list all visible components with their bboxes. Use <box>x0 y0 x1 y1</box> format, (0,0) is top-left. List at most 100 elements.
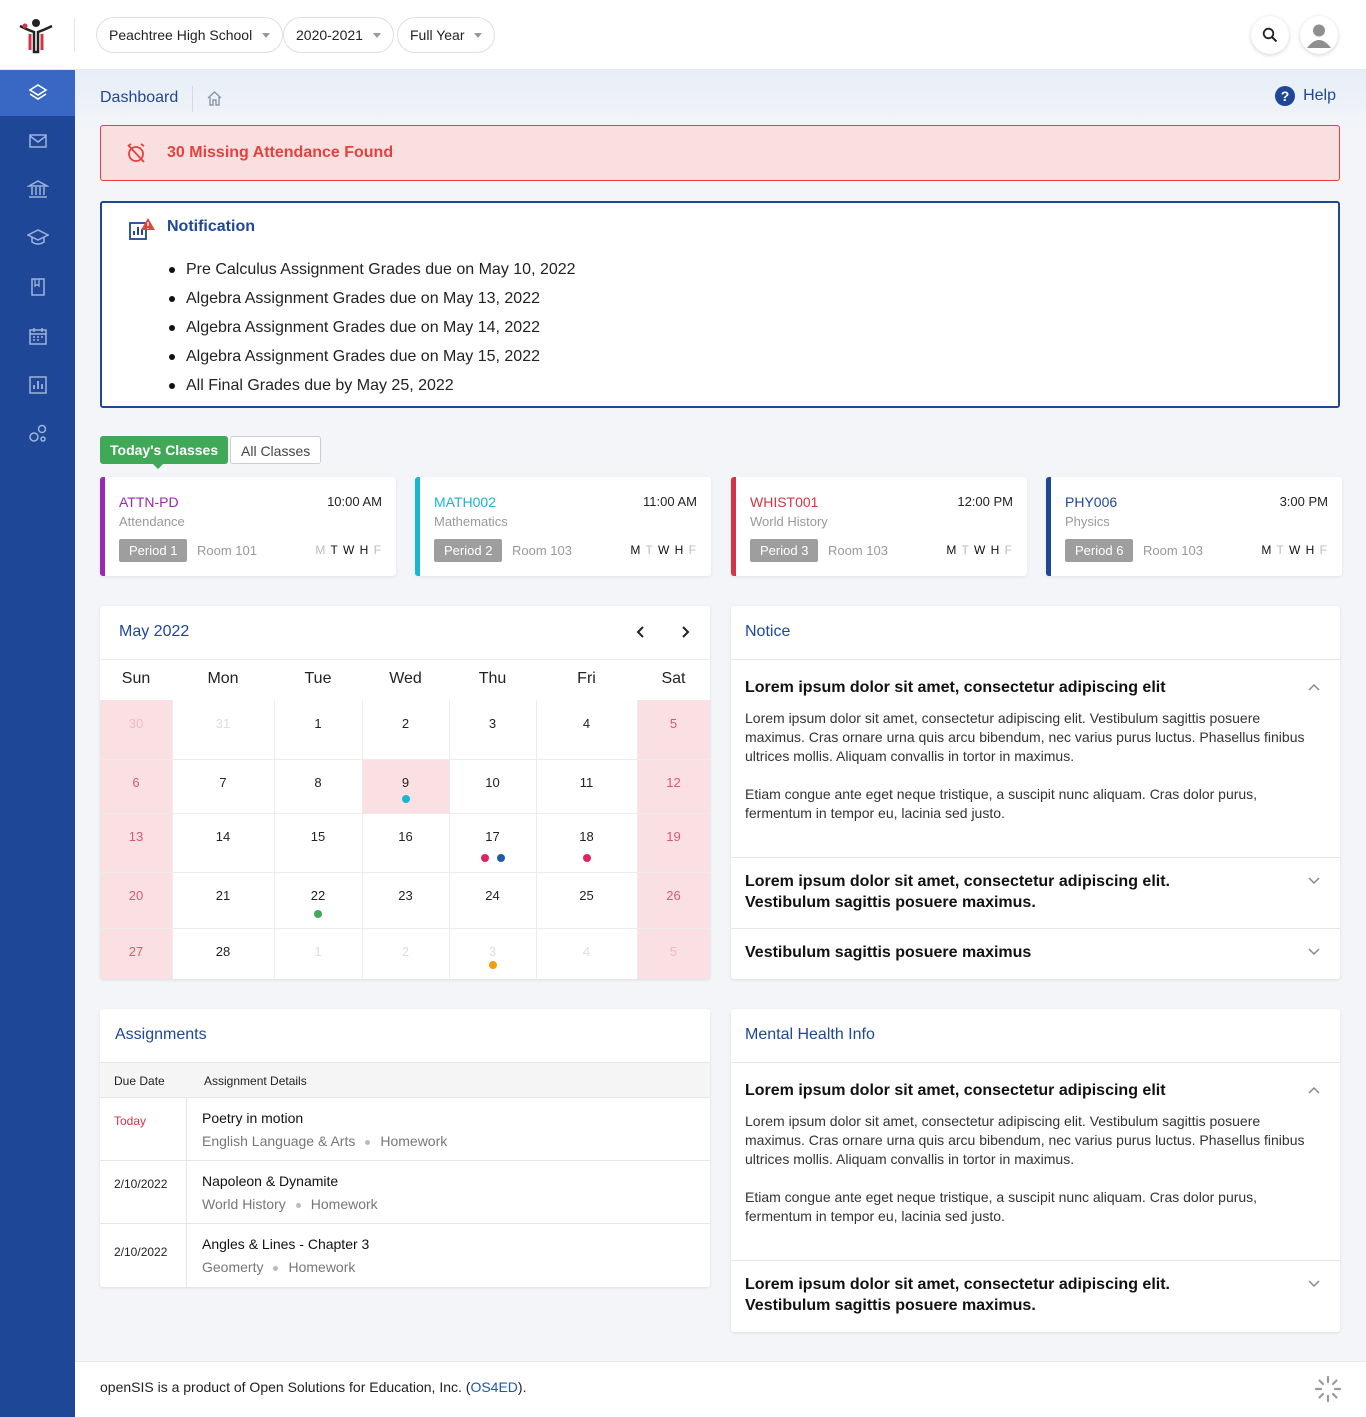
sidebar-item-students[interactable] <box>0 215 75 261</box>
calendar-day[interactable]: 28 <box>172 928 274 979</box>
page-title: Dashboard <box>100 89 179 106</box>
calendar-day[interactable]: 5 <box>637 928 710 979</box>
footer-copy: openSIS is a product of Open Solutions f… <box>100 1379 471 1395</box>
calendar-day[interactable]: 20 <box>100 872 172 928</box>
school-select[interactable]: Peachtree High School <box>96 17 284 53</box>
calendar-day[interactable]: 12 <box>637 759 710 813</box>
search-icon <box>1262 27 1278 43</box>
notification-panel: Notification Pre Calculus Assignment Gra… <box>100 201 1340 408</box>
calendar-day[interactable]: 1 <box>274 700 362 759</box>
calendar-day[interactable]: 23 <box>362 872 449 928</box>
calendar-day[interactable]: 22 <box>274 872 362 928</box>
calendar-day-number: 14 <box>215 829 231 844</box>
calendar-day[interactable]: 31 <box>172 700 274 759</box>
notice-accordion-title[interactable]: Lorem ipsum dolor sit amet, consectetur … <box>745 677 1166 698</box>
home-icon[interactable] <box>206 90 223 107</box>
calendar-day[interactable]: 3 <box>449 928 536 979</box>
calendar-day[interactable]: 5 <box>637 700 710 759</box>
footer: openSIS is a product of Open Solutions f… <box>75 1361 1366 1417</box>
opensis-logo[interactable] <box>16 16 56 54</box>
calendar-day[interactable]: 19 <box>637 813 710 872</box>
year-select[interactable]: 2020-2021 <box>283 17 394 53</box>
calendar-day[interactable]: 24 <box>449 872 536 928</box>
mental-health-accordion-title[interactable]: Lorem ipsum dolor sit amet, consectetur … <box>745 1274 1170 1316</box>
calendar-gridline <box>536 700 537 979</box>
calendar-day[interactable]: 4 <box>536 700 637 759</box>
chevron-down-icon[interactable] <box>1308 1277 1320 1289</box>
class-card[interactable]: PHY006 3:00 PM Physics Period 6 Room 103 M T … <box>1046 477 1342 576</box>
class-time: 3:00 PM <box>1279 494 1328 509</box>
os4ed-link[interactable]: OS4ED <box>470 1379 517 1395</box>
chevron-down-icon <box>372 33 381 38</box>
help-link[interactable]: ? Help <box>1275 86 1336 106</box>
calendar-day[interactable]: 30 <box>100 700 172 759</box>
class-card[interactable]: ATTN-PD 10:00 AM Attendance Period 1 Room 10… <box>100 477 396 576</box>
sidebar-item-courses[interactable] <box>0 264 75 310</box>
calendar-day-number: 7 <box>219 775 227 790</box>
class-room: Room 103 <box>1143 543 1203 558</box>
chevron-left-icon[interactable] <box>634 625 648 639</box>
calendar-day[interactable]: 16 <box>362 813 449 872</box>
missing-attendance-alert[interactable]: 30 Missing Attendance Found <box>100 125 1340 181</box>
sidebar-item-messages[interactable] <box>0 118 75 164</box>
calendar-day[interactable]: 6 <box>100 759 172 813</box>
chevron-down-icon[interactable] <box>1308 945 1320 957</box>
chevron-up-icon[interactable] <box>1308 682 1320 694</box>
calendar-day[interactable]: 17 <box>449 813 536 872</box>
calendar-day[interactable]: 2 <box>362 700 449 759</box>
calendar-day[interactable]: 26 <box>637 872 710 928</box>
calendar-day[interactable]: 7 <box>172 759 274 813</box>
calendar-day[interactable]: 11 <box>536 759 637 813</box>
mental-health-accordion-title[interactable]: Lorem ipsum dolor sit amet, consectetur … <box>745 1080 1166 1101</box>
calendar-day-number: 31 <box>215 716 231 731</box>
sidebar-item-settings[interactable] <box>0 411 75 457</box>
calendar-day[interactable]: 14 <box>172 813 274 872</box>
table-row[interactable]: 2/10/2022 Angles & Lines - Chapter 3 Geo… <box>100 1224 710 1287</box>
sidebar-item-calendar[interactable] <box>0 313 75 359</box>
class-days: M T W H F <box>315 543 382 557</box>
calendar-day[interactable]: 27 <box>100 928 172 979</box>
chevron-down-icon[interactable] <box>1308 874 1320 886</box>
calendar-day[interactable]: 4 <box>536 928 637 979</box>
calendar-day[interactable]: 25 <box>536 872 637 928</box>
calendar-day[interactable]: 9 <box>362 759 449 813</box>
class-card[interactable]: MATH002 11:00 AM Mathematics Period 2 Room 1… <box>415 477 711 576</box>
chevron-up-icon[interactable] <box>1308 1085 1320 1097</box>
calendar-day[interactable]: 15 <box>274 813 362 872</box>
notice-accordion-title[interactable]: Lorem ipsum dolor sit amet, consectetur … <box>745 871 1170 913</box>
sidebar-item-reports[interactable] <box>0 362 75 408</box>
footer-end: ). <box>517 1379 527 1395</box>
calendar-day-number: 21 <box>215 888 231 903</box>
class-card[interactable]: WHIST001 12:00 PM World History Period 3 Roo… <box>731 477 1027 576</box>
tab-all-classes[interactable]: All Classes <box>230 436 322 464</box>
calendar-day[interactable]: 21 <box>172 872 274 928</box>
calendar-day[interactable]: 13 <box>100 813 172 872</box>
notification-item: All Final Grades due by May 25, 2022 <box>169 371 576 400</box>
tab-todays-classes[interactable]: Today's Classes <box>100 436 229 469</box>
institution-icon <box>26 180 49 198</box>
sidebar-item-school[interactable] <box>0 166 75 212</box>
notice-accordion-title[interactable]: Vestibulum sagittis posuere maximus <box>745 942 1031 963</box>
calendar-day-number: 10 <box>485 775 500 790</box>
mental-health-accordion-body: Etiam congue ante eget neque tristique, … <box>745 1189 1258 1224</box>
calendar-day[interactable]: 3 <box>449 700 536 759</box>
table-row[interactable]: Today Poetry in motion English Language … <box>100 1098 710 1161</box>
calendar-day[interactable]: 10 <box>449 759 536 813</box>
calendar-day[interactable]: 2 <box>362 928 449 979</box>
bullet-icon <box>365 1139 371 1145</box>
event-dot <box>314 910 322 918</box>
calendar-day[interactable]: 18 <box>536 813 637 872</box>
divider <box>186 1161 187 1224</box>
assignments-card: Assignments Due Date Assignment Details … <box>100 1009 710 1287</box>
chevron-right-icon[interactable] <box>678 625 692 639</box>
reports-icon <box>28 376 47 394</box>
day-of-week-header: Sat <box>661 670 686 687</box>
class-code: WHIST001 <box>750 494 819 510</box>
search-button[interactable] <box>1251 16 1289 54</box>
sidebar-item-dashboard[interactable] <box>0 70 75 116</box>
table-row[interactable]: 2/10/2022 Napoleon & Dynamite World Hist… <box>100 1161 710 1224</box>
user-avatar-button[interactable] <box>1300 16 1338 54</box>
calendar-day[interactable]: 1 <box>274 928 362 979</box>
term-select[interactable]: Full Year <box>397 17 496 53</box>
calendar-day[interactable]: 8 <box>274 759 362 813</box>
